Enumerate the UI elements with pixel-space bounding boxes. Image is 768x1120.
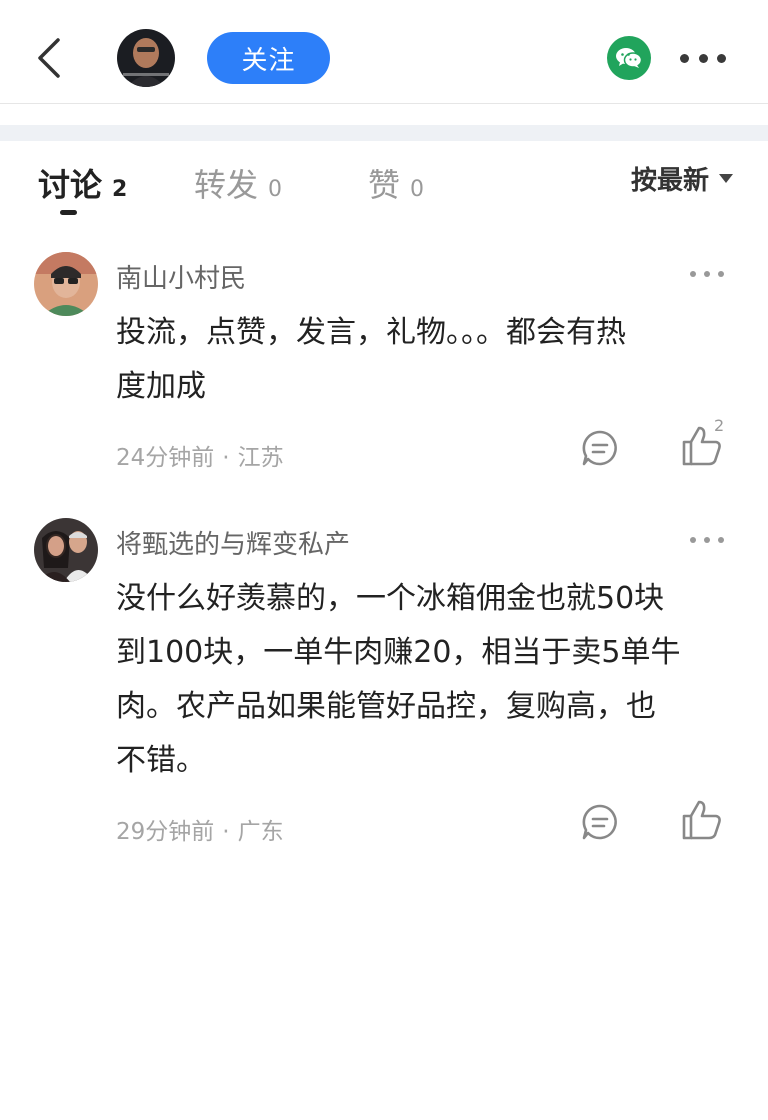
back-button[interactable] (26, 34, 72, 82)
top-bar: 关注 (0, 0, 768, 104)
comment-text-line: 没什么好羡慕的，一个冰箱佣金也就50块 (116, 581, 665, 616)
comment-username[interactable]: 将甄选的与辉变私产 (116, 524, 350, 561)
author-avatar[interactable] (117, 29, 175, 87)
sort-dropdown[interactable]: 按最新 (631, 160, 734, 196)
like-count: 2 (714, 416, 725, 435)
comment-text: 没什么好羡慕的，一个冰箱佣金也就50块 到100块，一单牛肉赚20，相当于卖5单… (116, 572, 732, 788)
section-divider (0, 125, 768, 141)
meta-separator: · (222, 819, 230, 845)
comment-bubble-icon (582, 430, 617, 466)
comment-bubble-icon (582, 804, 617, 840)
wechat-icon (616, 48, 643, 68)
tab-count: 2 (112, 177, 128, 202)
sort-label: 按最新 (631, 165, 710, 196)
reply-button[interactable] (580, 802, 620, 842)
tab-label: 赞 (368, 166, 401, 204)
comment-more-button[interactable] (690, 264, 724, 284)
wechat-share-button[interactable] (607, 36, 651, 80)
thumbs-up-icon (682, 800, 721, 840)
reply-button[interactable] (580, 428, 620, 468)
comment-region: 广东 (237, 819, 284, 845)
tab-count: 0 (268, 177, 283, 202)
follow-button[interactable]: 关注 (207, 32, 330, 84)
meta-separator: · (222, 445, 230, 471)
tab-label: 讨论 (38, 166, 103, 204)
comment-text-line: 到100块，一单牛肉赚20，相当于卖5单牛 (116, 635, 681, 670)
chevron-left-icon (38, 38, 60, 78)
active-tab-indicator (60, 210, 77, 215)
comment-text-line: 不错。 (116, 743, 206, 778)
comment-time: 29分钟前 (116, 819, 215, 845)
comment-text-line: 度加成 (116, 369, 206, 404)
comment-meta: 24分钟前 · 江苏 (116, 438, 284, 472)
follow-label: 关注 (241, 45, 296, 76)
user-avatar[interactable] (34, 252, 98, 316)
more-horizontal-icon (680, 53, 689, 63)
comment-region: 江苏 (237, 445, 284, 471)
comment-text: 投流，点赞，发言，礼物。。。都会有热 度加成 (116, 306, 732, 414)
comment-text-line: 肉。农产品如果能管好品控，复购高，也 (116, 689, 656, 724)
comment-meta: 29分钟前 · 广东 (116, 812, 284, 846)
more-horizontal-icon (690, 537, 696, 543)
tab-discussion[interactable]: 讨论 2 (38, 160, 127, 206)
more-horizontal-icon (690, 271, 696, 277)
comment-username[interactable]: 南山小村民 (116, 258, 246, 295)
comment-time: 24分钟前 (116, 445, 215, 471)
more-options-button[interactable] (680, 46, 726, 70)
caret-down-icon (719, 173, 734, 183)
tab-count: 0 (410, 177, 425, 202)
comment-more-button[interactable] (690, 530, 724, 550)
tab-label: 转发 (194, 166, 259, 204)
tab-repost[interactable]: 转发 0 (194, 160, 282, 206)
user-avatar[interactable] (34, 518, 98, 582)
like-button[interactable] (680, 798, 724, 842)
comment-text-line: 投流，点赞，发言，礼物。。。都会有热 (116, 315, 626, 350)
tab-likes[interactable]: 赞 0 (368, 160, 424, 206)
